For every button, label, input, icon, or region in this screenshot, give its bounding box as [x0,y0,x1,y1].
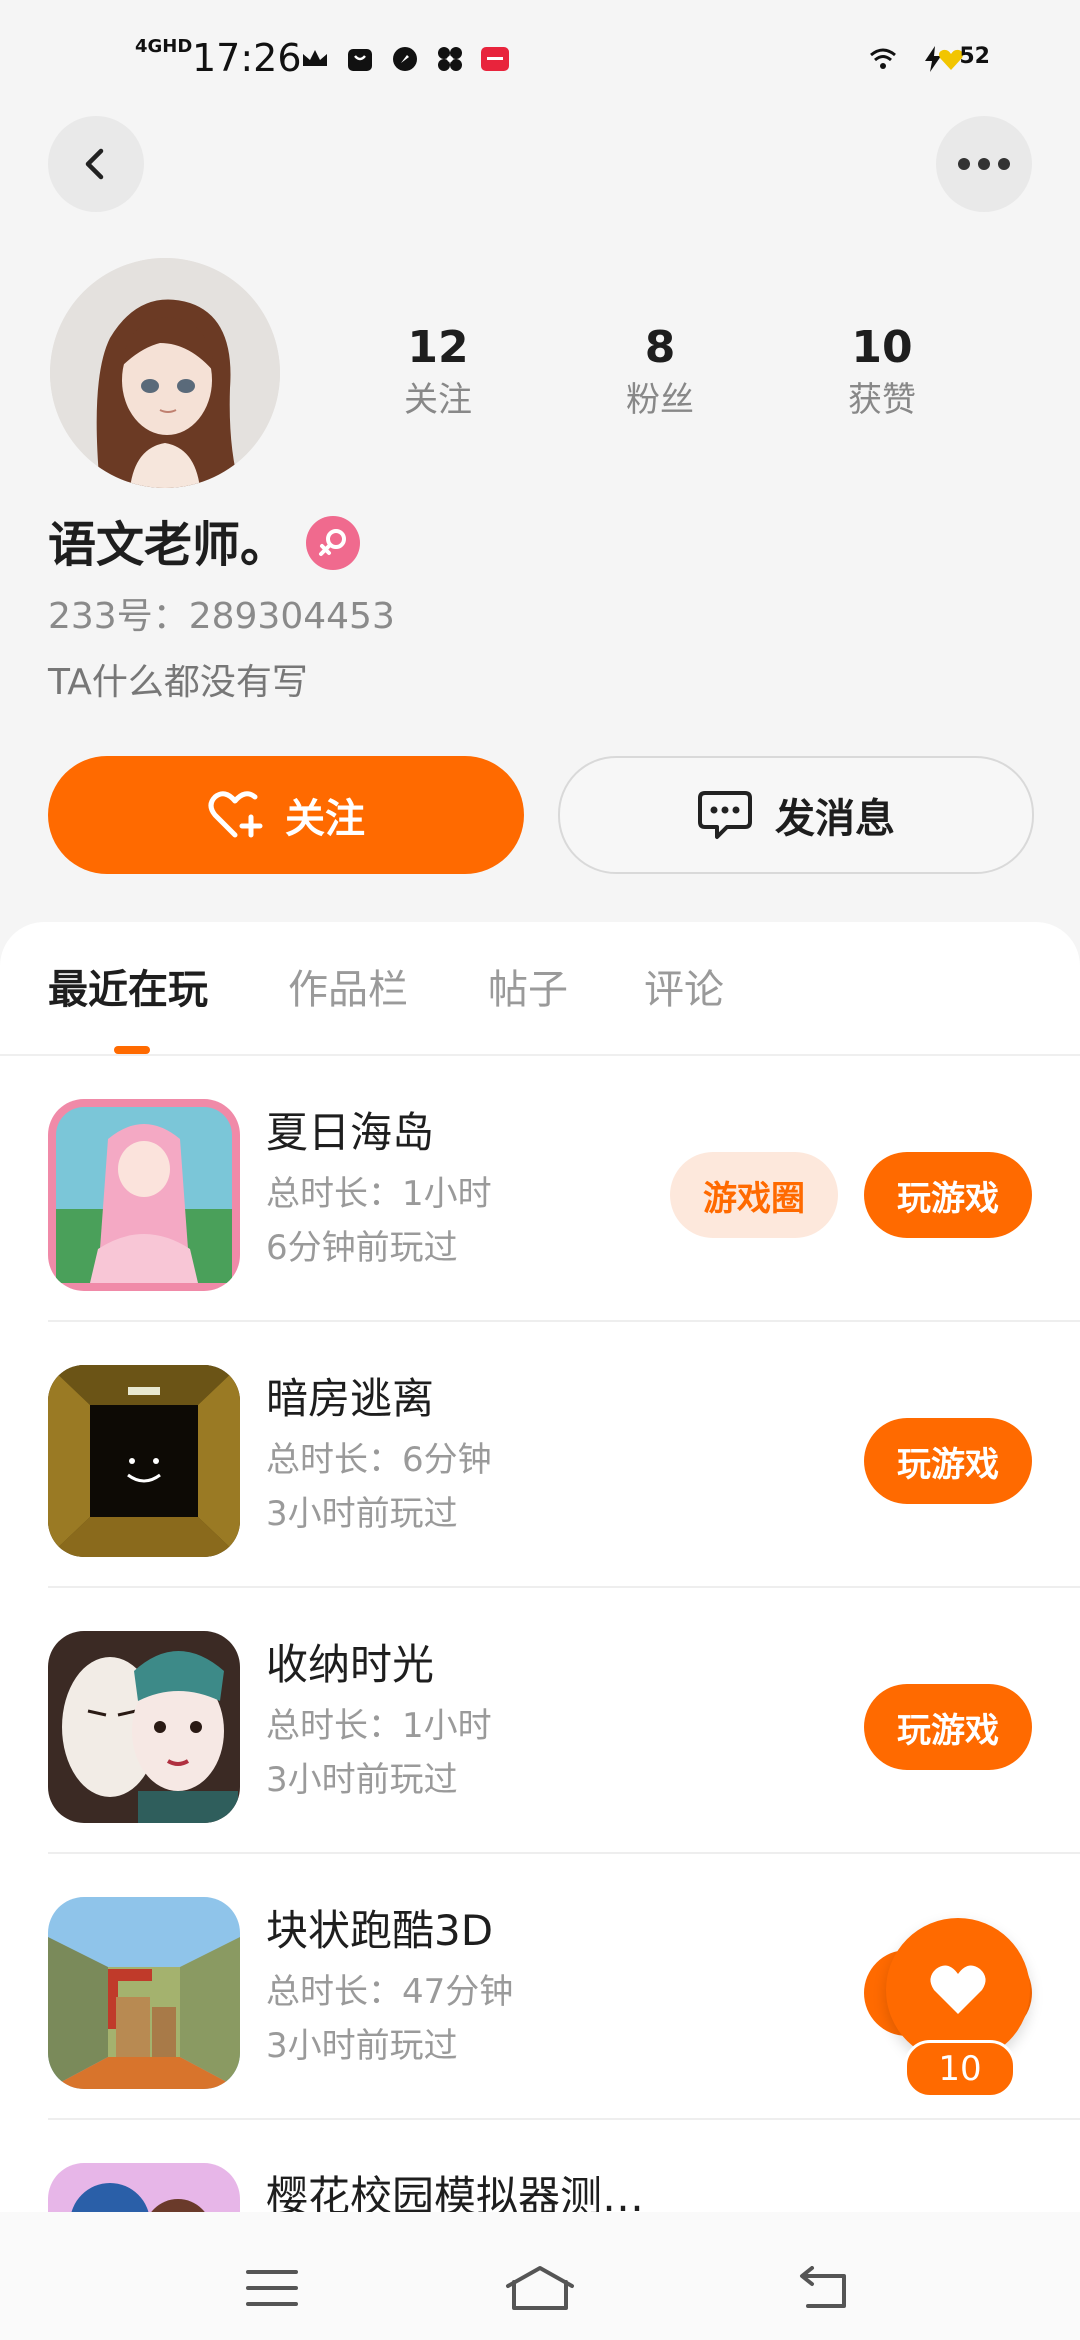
more-button[interactable] [936,116,1032,212]
following-stat[interactable]: 12 关注 [358,318,518,422]
avatar[interactable] [50,258,280,488]
tab-comments[interactable]: 评论 [644,962,724,1018]
game-title: 夏日海岛 [266,1108,435,1157]
game-icon [48,1631,240,1823]
followers-stat[interactable]: 8 粉丝 [580,318,740,422]
tab-bar: 最近在玩 作品栏 帖子 评论 [0,922,1080,1056]
likes-stat[interactable]: 10 获赞 [802,318,962,422]
crown-icon [303,50,327,66]
likes-count: 10 [851,322,913,373]
game-icon [48,1099,240,1291]
game-last-played: 3小时前玩过 [266,1760,458,1800]
battery-level: 52 [959,44,990,69]
avatar-image [50,258,280,488]
game-last-played: 3小时前玩过 [266,1494,458,1534]
message-label: 发消息 [775,796,895,842]
followers-label: 粉丝 [626,380,694,420]
tab-works[interactable]: 作品栏 [288,962,408,1018]
game-icon [48,1897,240,2089]
following-label: 关注 [404,380,472,420]
female-gender-icon [306,516,360,570]
wifi-icon [870,48,896,69]
home-icon[interactable] [504,2264,576,2312]
game-duration: 总时长：6分钟 [266,1440,492,1480]
tab-recently-played[interactable]: 最近在玩 [48,962,208,1018]
play-game-button[interactable]: 玩游戏 [864,1152,1032,1238]
back-nav-icon[interactable] [796,2266,852,2310]
follow-label: 关注 [285,796,365,842]
status-time: 17:26 [192,36,302,80]
game-duration: 总时长：1小时 [266,1174,492,1214]
tab-posts[interactable]: 帖子 [488,962,568,1018]
chat-bubble-icon [697,789,753,841]
game-circle-button[interactable]: 游戏圈 [670,1152,838,1238]
game-row[interactable]: 暗房逃离 总时长：6分钟 3小时前玩过 玩游戏 [0,1322,1080,1588]
bag-icon [348,49,372,71]
heart-icon [930,1965,986,2014]
menu-icon[interactable] [244,2268,300,2308]
game-row[interactable]: 夏日海岛 总时长：1小时 6分钟前玩过 游戏圈 玩游戏 [0,1056,1080,1322]
followers-count: 8 [644,322,676,373]
following-count: 12 [407,322,469,373]
back-button[interactable] [48,116,144,212]
message-button[interactable]: 发消息 [558,756,1034,874]
profile-bio: TA什么都没有写 [48,662,308,703]
play-game-button[interactable]: 玩游戏 [864,1684,1032,1770]
system-nav-bar [0,2212,1080,2340]
status-bar: 4GHD 17:26 52 [0,0,1080,110]
red-app-icon [481,47,509,71]
game-last-played: 3小时前玩过 [266,2026,458,2066]
chevron-left-icon [85,148,104,180]
profile-name: 语文老师。 [48,517,289,573]
tab-indicator [114,1046,150,1054]
game-icon [48,1365,240,1557]
game-title: 收纳时光 [266,1640,435,1689]
like-count-badge: 10 [904,2040,1016,2098]
game-title: 樱花校园模拟器测… [266,2172,645,2212]
heart-plus-icon [207,789,263,841]
follow-button[interactable]: 关注 [48,756,524,874]
game-last-played: 6分钟前玩过 [266,1228,458,1268]
likes-label: 获赞 [848,380,916,420]
game-duration: 总时长：47分钟 [266,1972,514,2012]
game-row[interactable]: 收纳时光 总时长：1小时 3小时前玩过 玩游戏 [0,1588,1080,1854]
content-panel: 最近在玩 作品栏 帖子 评论 夏日海岛 总时长：1小时 6分钟前玩过 游戏圈 玩… [0,922,1080,2340]
more-dots-icon [958,158,1010,170]
network-indicator: 4GHD [135,36,193,57]
game-duration: 总时长：1小时 [266,1706,492,1746]
user-id: 233号：289304453 [48,596,395,637]
pinwheel-icon [438,47,462,71]
game-title: 暗房逃离 [266,1374,435,1423]
play-game-button[interactable]: 玩游戏 [864,1418,1032,1504]
game-icon [48,2163,240,2212]
game-row[interactable]: 樱花校园模拟器测… [0,2120,1080,2212]
compass-icon [393,47,417,71]
game-title: 块状跑酷3D [266,1906,494,1955]
